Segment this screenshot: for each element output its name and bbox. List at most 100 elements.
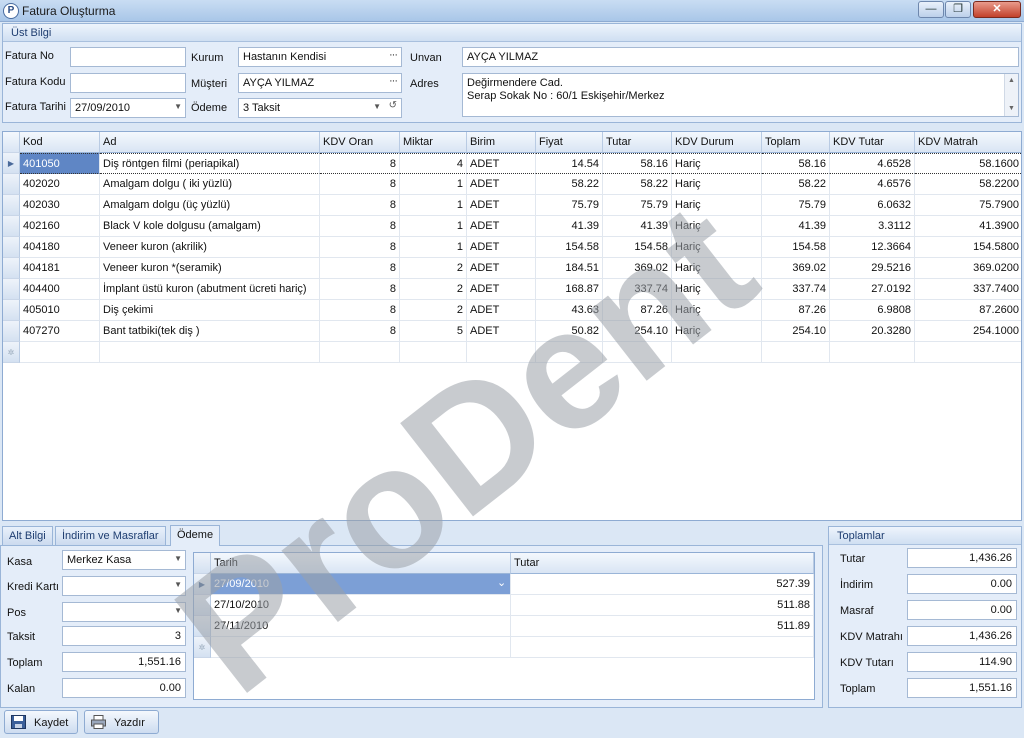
cell-kdv-oran[interactable]: 8 — [320, 153, 400, 174]
cell-tarih[interactable]: 27/09/2010 — [211, 574, 511, 595]
kalan-input[interactable]: 0.00 — [62, 678, 186, 698]
cell-tutar[interactable]: 58.22 — [603, 174, 672, 195]
cell-kdv-tutar[interactable]: 6.0632 — [830, 195, 915, 216]
dropdown-arrow-icon[interactable]: ▼ — [174, 606, 182, 615]
cell-kdv-matrah[interactable]: 41.3900 — [915, 216, 1021, 237]
fatura-no-input[interactable] — [70, 47, 186, 67]
cell-kdv-durum[interactable]: Hariç — [672, 195, 762, 216]
cell-kdv-durum[interactable]: Hariç — [672, 216, 762, 237]
cell-kdv-oran[interactable]: 8 — [320, 279, 400, 300]
cell-toplam[interactable]: 369.02 — [762, 258, 830, 279]
column-header-kdv-matrah[interactable]: KDV Matrah — [915, 132, 1021, 153]
cell-toplam[interactable]: 154.58 — [762, 237, 830, 258]
cell-fiyat[interactable]: 43.63 — [536, 300, 603, 321]
table-row[interactable]: 404400 İmplant üstü kuron (abutment ücret… — [3, 279, 1021, 300]
odeme-select[interactable]: 3 Taksit ▼ ↺ — [238, 98, 402, 118]
cell-kdv-tutar[interactable]: 12.3664 — [830, 237, 915, 258]
cell-kdv-matrah[interactable]: 254.1000 — [915, 321, 1021, 342]
new-row-cell[interactable] — [762, 342, 830, 363]
cell-toplam[interactable]: 87.26 — [762, 300, 830, 321]
row-indicator[interactable] — [3, 321, 20, 342]
cell-toplam[interactable]: 41.39 — [762, 216, 830, 237]
dropdown-arrow-icon[interactable]: ▼ — [174, 554, 182, 563]
new-row-cell[interactable] — [20, 342, 100, 363]
cell-kdv-oran[interactable]: 8 — [320, 216, 400, 237]
cell-miktar[interactable]: 1 — [400, 216, 467, 237]
cell-birim[interactable]: ADET — [467, 153, 536, 174]
cell-birim[interactable]: ADET — [467, 300, 536, 321]
column-header-tutar[interactable]: Tutar — [603, 132, 672, 153]
cell-kod[interactable]: 402020 — [20, 174, 100, 195]
pos-select[interactable]: ▼ — [62, 602, 186, 622]
totals-value[interactable]: 114.90 — [907, 652, 1017, 672]
new-row-cell[interactable] — [672, 342, 762, 363]
cell-kdv-tutar[interactable]: 20.3280 — [830, 321, 915, 342]
cell-birim[interactable]: ADET — [467, 321, 536, 342]
cell-kdv-oran[interactable]: 8 — [320, 300, 400, 321]
close-button[interactable]: ✕ — [973, 1, 1021, 18]
items-grid[interactable]: Kod Ad KDV Oran Miktar Birim Fiyat Tutar KDV Du… — [2, 131, 1022, 521]
table-row[interactable]: 405010 Diş çekimi 8 2 ADET 43.63 87.26 Hariç 87.… — [3, 300, 1021, 321]
cell-kdv-tutar[interactable]: 6.9808 — [830, 300, 915, 321]
toplam-input[interactable]: 1,551.16 — [62, 652, 186, 672]
cell-kdv-oran[interactable]: 8 — [320, 195, 400, 216]
new-row-star-icon[interactable]: ✲ — [3, 342, 20, 363]
undo-icon[interactable]: ↺ — [389, 100, 397, 111]
cell-toplam[interactable]: 337.74 — [762, 279, 830, 300]
cell-fiyat[interactable]: 184.51 — [536, 258, 603, 279]
cell-kod[interactable]: 401050 — [20, 153, 100, 174]
cell-toplam[interactable]: 58.16 — [762, 153, 830, 174]
cell-birim[interactable]: ADET — [467, 174, 536, 195]
row-indicator[interactable] — [3, 195, 20, 216]
column-header-toplam[interactable]: Toplam — [762, 132, 830, 153]
cell-kdv-durum[interactable]: Hariç — [672, 300, 762, 321]
cell-kod[interactable]: 402160 — [20, 216, 100, 237]
cell-tutar[interactable]: 41.39 — [603, 216, 672, 237]
cell-kdv-tutar[interactable]: 27.0192 — [830, 279, 915, 300]
column-header-kdv-durum[interactable]: KDV Durum — [672, 132, 762, 153]
cell-kdv-oran[interactable]: 8 — [320, 174, 400, 195]
cell-miktar[interactable]: 2 — [400, 279, 467, 300]
cell-miktar[interactable]: 4 — [400, 153, 467, 174]
table-row[interactable]: 404180 Veneer kuron (akrilik) 8 1 ADET 154.58… — [3, 237, 1021, 258]
new-row-cell[interactable] — [467, 342, 536, 363]
cell-kdv-oran[interactable]: 8 — [320, 321, 400, 342]
taksit-input[interactable]: 3 — [62, 626, 186, 646]
cell-tutar[interactable]: 511.89 — [511, 616, 814, 637]
installment-row[interactable]: ▶ 27/09/2010 ⌄ 527.39 — [194, 574, 814, 595]
row-indicator[interactable] — [3, 174, 20, 195]
cell-kdv-matrah[interactable]: 154.5800 — [915, 237, 1021, 258]
musteri-lookup[interactable]: AYÇA YILMAZ ··· — [238, 73, 402, 93]
column-header-birim[interactable]: Birim — [467, 132, 536, 153]
cell-fiyat[interactable]: 50.82 — [536, 321, 603, 342]
cell-kdv-tutar[interactable]: 3.3112 — [830, 216, 915, 237]
column-header-kdv-oran[interactable]: KDV Oran — [320, 132, 400, 153]
cell-kod[interactable]: 402030 — [20, 195, 100, 216]
cell-toplam[interactable]: 254.10 — [762, 321, 830, 342]
totals-value[interactable]: 1,436.26 — [907, 626, 1017, 646]
adres-scrollbar[interactable]: ▲ ▼ — [1004, 74, 1018, 116]
cell-kdv-matrah[interactable]: 369.0200 — [915, 258, 1021, 279]
cell-kdv-matrah[interactable]: 75.7900 — [915, 195, 1021, 216]
cell-kod[interactable]: 404180 — [20, 237, 100, 258]
cell-kdv-durum[interactable]: Hariç — [672, 321, 762, 342]
kredi-karti-select[interactable]: ▼ — [62, 576, 186, 596]
installment-row[interactable]: 27/11/2010 511.89 — [194, 616, 814, 637]
restore-button[interactable]: ❐ — [945, 1, 971, 18]
cell-tutar[interactable]: 154.58 — [603, 237, 672, 258]
cell-fiyat[interactable]: 75.79 — [536, 195, 603, 216]
fatura-tarihi-picker[interactable]: 27/09/2010 ▼ — [70, 98, 186, 118]
table-row[interactable]: 402030 Amalgam dolgu (üç yüzlü) 8 1 ADET 75.7… — [3, 195, 1021, 216]
cell-miktar[interactable]: 5 — [400, 321, 467, 342]
cell-miktar[interactable]: 2 — [400, 258, 467, 279]
cell-kdv-matrah[interactable]: 58.2200 — [915, 174, 1021, 195]
installments-column-tarih[interactable]: Tarih — [211, 553, 511, 574]
tab-alt-bilgi[interactable]: Alt Bilgi — [2, 526, 53, 546]
installments-new-row[interactable]: ✲ — [194, 637, 814, 658]
cell-tutar[interactable]: 527.39 — [511, 574, 814, 595]
tab-indirim-masraflar[interactable]: İndirim ve Masraflar — [55, 526, 166, 546]
totals-value[interactable]: 0.00 — [907, 574, 1017, 594]
row-indicator[interactable] — [3, 300, 20, 321]
kasa-select[interactable]: Merkez Kasa ▼ — [62, 550, 186, 570]
cell-kdv-durum[interactable]: Hariç — [672, 237, 762, 258]
